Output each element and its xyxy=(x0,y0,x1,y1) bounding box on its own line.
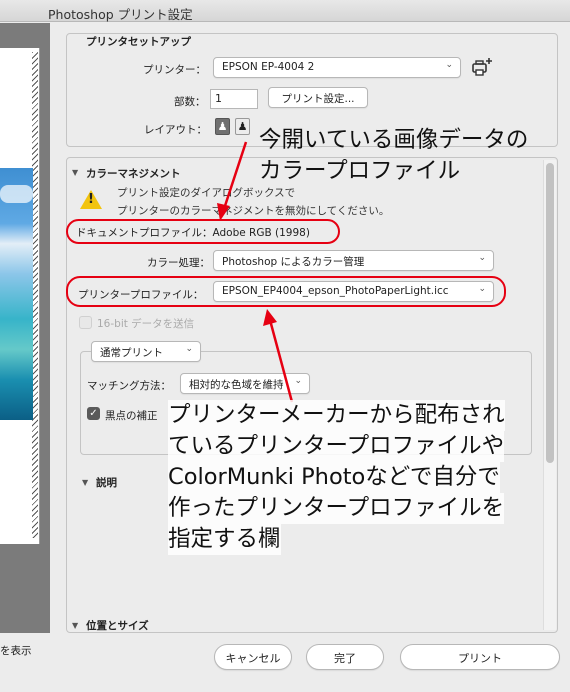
arrow-line-top xyxy=(221,141,248,213)
callout-bottom-line-5: 指定する欄 xyxy=(168,524,281,555)
arrow-head-top xyxy=(217,203,230,221)
callout-top-line-1: 今開いている画像データの xyxy=(259,127,529,153)
callout-top-line-2: カラープロファイル xyxy=(259,158,461,184)
annotation-arrows xyxy=(217,141,294,403)
callout-bottom-line-1: プリンターメーカーから配布され xyxy=(168,400,505,431)
callout-bottom-line-3: ColorMunki Photoなどで自分で xyxy=(168,462,500,493)
callout-bottom-line-4: 作ったプリンタープロファイルを xyxy=(168,493,505,524)
arrow-head-bottom xyxy=(263,309,277,326)
callout-bottom-line-2: ているプリンタープロファイルや xyxy=(168,431,505,462)
arrow-line-bottom xyxy=(268,319,294,403)
